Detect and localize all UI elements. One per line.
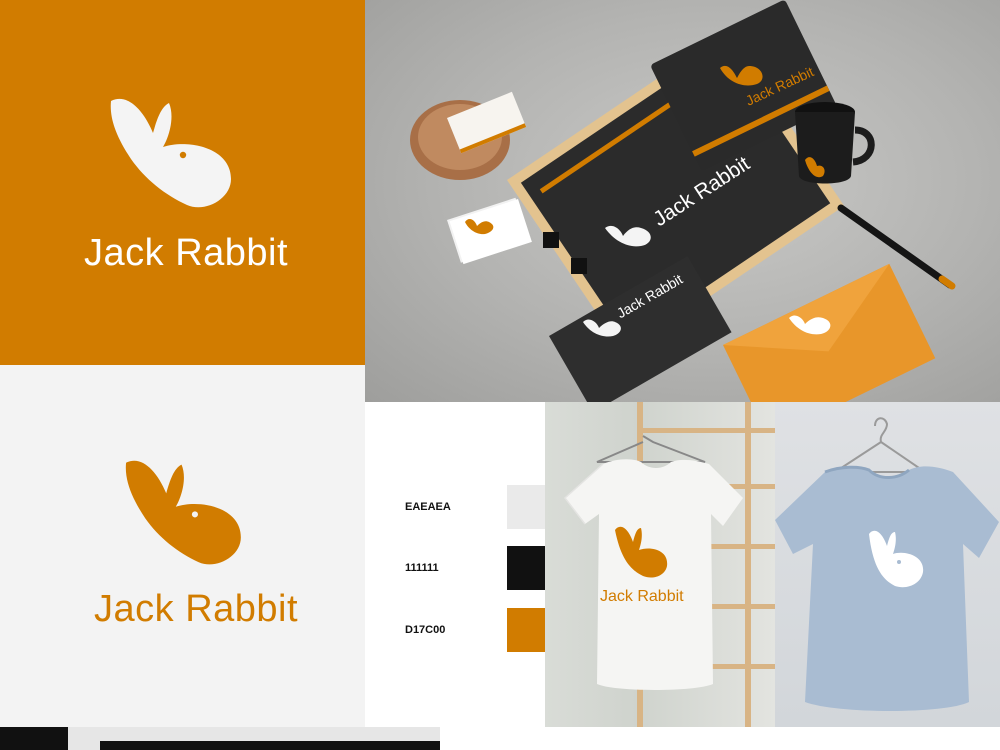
color-palette: EAEAEA 111111 D17C00 [365, 402, 545, 727]
rabbit-logo-icon [110, 98, 231, 208]
palette-swatch [507, 546, 545, 590]
palette-row: EAEAEA [405, 485, 545, 529]
palette-swatch [507, 485, 545, 529]
white-tshirt-illustration [563, 402, 775, 727]
blue-tshirt-illustration [775, 417, 999, 711]
white-tshirt-mockup: Jack Rabbit [545, 402, 775, 727]
rabbit-logo-icon [125, 460, 241, 565]
palette-code: 111111 [405, 562, 439, 574]
palette-row: D17C00 [405, 608, 545, 652]
brand-board: Jack Rabbit Jack Rabbit Jack Rabbit Jack… [0, 0, 1000, 750]
light-logo-panel: Jack Rabbit [0, 365, 365, 727]
preview-block [100, 741, 440, 750]
palette-row: 111111 [405, 546, 545, 590]
brand-name-light: Jack Rabbit [94, 588, 299, 630]
palette-swatch [507, 608, 545, 652]
orange-logo-panel: Jack Rabbit [0, 0, 365, 365]
palette-code: EAEAEA [405, 501, 451, 513]
tshirt-brand-name: Jack Rabbit [600, 588, 684, 605]
bottom-preview-strip [0, 727, 1000, 750]
stationery-mockup: Jack Rabbit Jack Rabbit Jack Rabbit [365, 0, 1000, 402]
blue-tshirt-mockup [775, 402, 1000, 727]
preview-block [0, 727, 68, 750]
brand-name-orange: Jack Rabbit [84, 232, 289, 274]
palette-code: D17C00 [405, 624, 446, 636]
